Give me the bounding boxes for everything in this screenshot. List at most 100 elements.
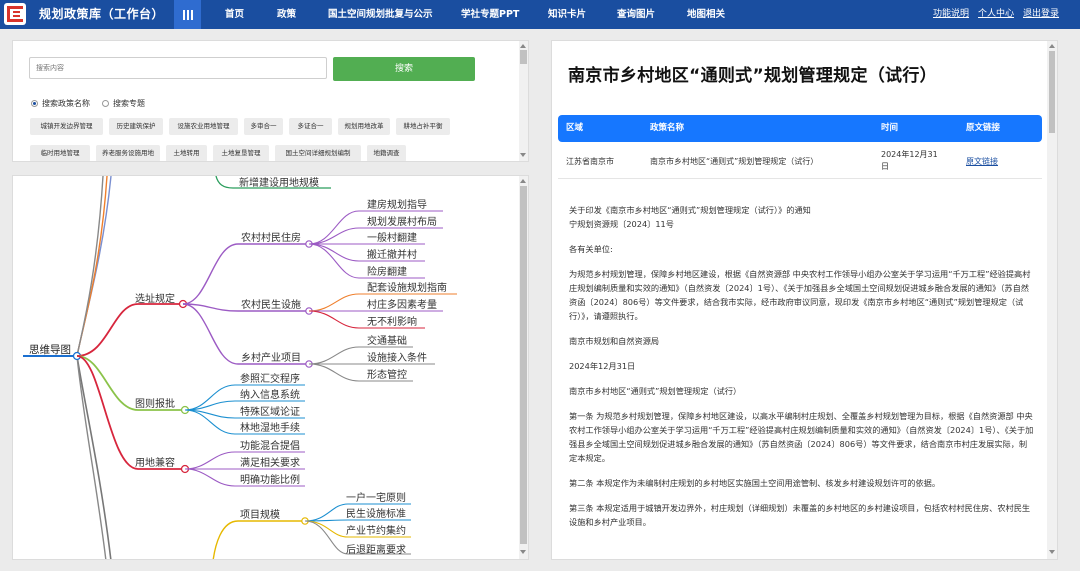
nav-link-planning-approval[interactable]: 国土空间规划批复与公示 [328,0,433,29]
tag-button[interactable]: 城镇开发边界管理 [30,118,103,135]
document-title: 南京市乡村地区“通则式”规划管理规定（试行） [568,66,937,86]
scroll-down-icon[interactable] [520,550,526,554]
mindmap-leaf[interactable]: 林地湿地手续 [240,421,300,434]
mindmap-leaf[interactable]: 设施接入条件 [367,351,427,364]
column-header-region: 区域 [566,123,584,133]
mindmap-node[interactable]: 乡村产业项目 [241,351,301,364]
table-row: 江苏省南京市 南京市乡村地区“通则式”规划管理规定（试行） 2024年12月31… [558,145,1042,179]
mindmap-node[interactable]: 项目规模 [240,508,280,521]
mindmap-node[interactable]: 新增建设用地规模 [239,176,319,189]
doc-paragraph: 南京市乡村地区“通则式”规划管理规定（试行） [569,386,742,396]
cell-date: 2024年12月31 [881,150,938,159]
scroll-up-icon[interactable] [520,44,526,48]
tag-button[interactable]: 地籍调查 [367,145,406,161]
column-header-policy-name: 政策名称 [650,123,685,133]
scroll-down-icon[interactable] [520,153,526,157]
mindmap-leaf[interactable]: 一般村翻建 [367,231,417,244]
mindmap-leaf[interactable]: 后退距离要求 [346,543,406,556]
mindmap-leaf[interactable]: 功能混合提倡 [240,439,300,452]
tag-button[interactable]: 临时用地管理 [30,145,90,161]
radio-unchecked-icon [102,100,109,107]
doc-paragraph: 为规范乡村规划管理，保障乡村地区建设，根据《自然资源部 中央农村工作领导小组办公… [569,269,1031,321]
search-input[interactable] [29,57,327,79]
scroll-down-icon[interactable] [1049,550,1055,554]
mindmap-leaf[interactable]: 建房规划指导 [367,198,427,211]
column-header-link: 原文链接 [966,123,1001,133]
nav-link-policy[interactable]: 政策 [277,0,296,29]
tag-button[interactable]: 历史建筑保护 [109,118,163,135]
search-button[interactable]: 搜索 [333,57,475,81]
tag-button[interactable]: 规划用地改革 [338,118,390,135]
mindmap-leaf[interactable]: 交通基础 [367,334,407,347]
cell-policy-name: 南京市乡村地区“通则式”规划管理规定（试行） [650,157,819,166]
doc-paragraph: 宁规划资源规〔2024〕11号 [569,219,674,229]
mindmap-canvas[interactable]: 新增建设用地规模 思维导图 选址规定 农村村民住房 建房规划指导 规划发展村布局… [13,176,529,560]
mindmap-scrollbar[interactable] [519,176,528,559]
profile-link[interactable]: 个人中心 [978,0,1014,29]
mindmap-leaf[interactable]: 险房翻建 [367,265,407,278]
mindmap-panel: 新增建设用地规模 思维导图 选址规定 农村村民住房 建房规划指导 规划发展村布局… [12,175,529,560]
nav-link-home[interactable]: 首页 [225,0,244,29]
document-body: 关于印发《南京市乡村地区“通则式”规划管理规定（试行）》的通知 宁规划资源规〔2… [569,203,1035,540]
doc-paragraph: 第二条 本规定作为未编制村庄规划的乡村地区实施国土空间用途管制、核发乡村建设规划… [569,478,941,488]
tag-button[interactable]: 土地转用 [166,145,207,161]
scrollbar-thumb[interactable] [520,186,527,544]
radio-checked-icon [31,100,38,107]
logout-link[interactable]: 退出登录 [1023,0,1059,29]
mindmap-leaf[interactable]: 特殊区域论证 [240,405,300,418]
original-link[interactable]: 原文链接 [966,145,998,179]
document-scrollbar[interactable] [1047,41,1057,559]
nav-link-knowledge-cards[interactable]: 知识卡片 [548,0,586,29]
nav-link-image-search[interactable]: 查询图片 [617,0,655,29]
doc-paragraph: 各有关单位: [569,244,613,254]
mindmap-node[interactable]: 农村民生设施 [241,298,301,311]
nav-link-topic-ppt[interactable]: 学社专题PPT [461,0,519,29]
doc-paragraph: 南京市规划和自然资源局 [569,336,660,346]
column-header-date: 时间 [881,123,899,133]
mindmap-leaf[interactable]: 无不利影响 [367,315,417,328]
mindmap-leaf[interactable]: 民生设施标准 [346,507,406,520]
mindmap-root-node[interactable]: 思维导图 [29,343,71,356]
tag-button[interactable]: 土地复垦管理 [213,145,269,161]
mindmap-leaf[interactable]: 搬迁撤并村 [367,248,417,261]
app-logo-icon [4,3,26,25]
mindmap-leaf[interactable]: 产业节约集约 [346,524,406,537]
scrollbar-thumb[interactable] [1049,51,1055,133]
mindmap-leaf[interactable]: 规划发展村布局 [367,215,437,228]
help-link[interactable]: 功能说明 [933,0,969,29]
tag-button[interactable]: 养老服务设施用地 [96,145,160,161]
mindmap-branch-node[interactable]: 用地兼容 [135,456,175,469]
scroll-up-icon[interactable] [520,179,526,183]
tag-button[interactable]: 设施农业用地管理 [169,118,238,135]
mindmap-leaf[interactable]: 满足相关要求 [240,456,300,469]
doc-paragraph: 第三条 本规定适用于城镇开发边界外，村庄规划（详细规划）未覆盖的乡村地区的乡村建… [569,503,1031,527]
mindmap-branch-node[interactable]: 图则报批 [135,397,175,410]
document-panel: 南京市乡村地区“通则式”规划管理规定（试行） 区域 政策名称 时间 原文链接 江… [551,40,1058,560]
tag-button[interactable]: 多证合一 [289,118,332,135]
doc-paragraph: 第一条 为规范乡村规划管理，保障乡村地区建设，以高水平编制村庄规划、全覆盖乡村规… [569,411,1034,463]
tag-button[interactable]: 耕地占补平衡 [396,118,450,135]
mindmap-leaf[interactable]: 村庄多因素考量 [367,298,437,311]
mindmap-node[interactable]: 农村村民住房 [241,231,301,244]
scrollbar-thumb[interactable] [520,50,527,64]
tags-scrollbar[interactable] [519,41,528,161]
doc-paragraph: 关于印发《南京市乡村地区“通则式”规划管理规定（试行）》的通知 [569,205,811,215]
mindmap-branch-node[interactable]: 选址规定 [135,292,175,305]
cell-date-cont: 日 [881,162,889,171]
mindmap-leaf[interactable]: 纳入信息系统 [240,388,300,401]
radio-search-policy[interactable]: 搜索政策名称 [31,98,90,109]
tag-button[interactable]: 国土空间详细规划编制 [275,145,361,161]
mindmap-leaf[interactable]: 一户一宅原则 [346,491,406,504]
mindmap-leaf[interactable]: 明确功能比例 [240,473,300,486]
menu-toggle-icon[interactable] [174,0,201,29]
tag-button[interactable]: 多审合一 [244,118,283,135]
top-nav-bar: 规划政策库（工作台） 首页 政策 国土空间规划批复与公示 学社专题PPT 知识卡… [0,0,1080,29]
mindmap-leaf[interactable]: 配套设施规划指南 [367,281,447,294]
mindmap-leaf[interactable]: 形态管控 [367,368,407,381]
radio-label: 搜索政策名称 [42,99,90,108]
cell-region: 江苏省南京市 [566,157,614,166]
radio-search-topic[interactable]: 搜索专题 [102,98,145,109]
nav-link-map[interactable]: 地图相关 [687,0,725,29]
mindmap-leaf[interactable]: 参照汇交程序 [240,372,300,385]
scroll-up-icon[interactable] [1049,44,1055,48]
